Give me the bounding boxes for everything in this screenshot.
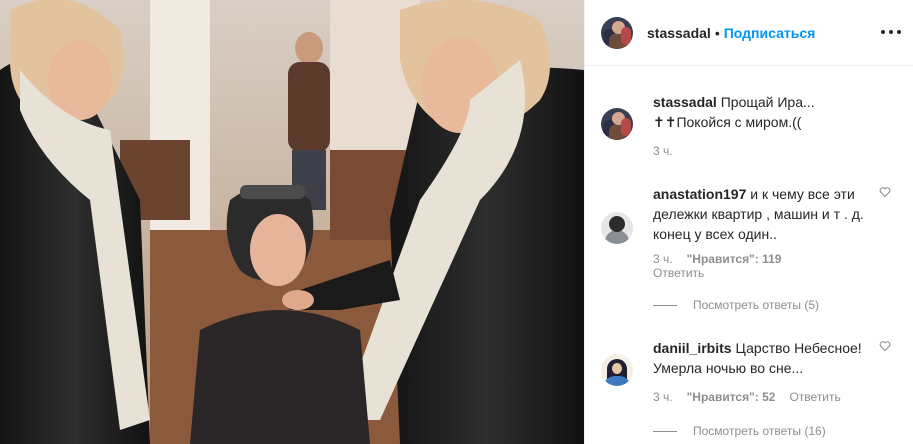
header-username[interactable]: stassadal xyxy=(647,25,711,41)
header-separator: • xyxy=(714,24,720,41)
comment-likes[interactable]: "Нравится": 52 xyxy=(687,390,776,404)
follow-button[interactable]: Подписаться xyxy=(724,25,816,41)
instagram-post: stassadal • Подписаться stassadal Прощай… xyxy=(0,0,913,444)
comment-username[interactable]: anastation197 xyxy=(653,186,746,202)
avatar[interactable] xyxy=(601,16,633,49)
replies-divider-line xyxy=(653,304,677,306)
more-horizontal-icon[interactable] xyxy=(881,22,901,42)
comment-text-block: anastation197 и к чему все эти дележки к… xyxy=(653,184,879,244)
comment-avatar[interactable] xyxy=(601,212,633,244)
view-replies-label: Посмотреть ответы (16) xyxy=(693,424,826,438)
comment-time[interactable]: 3 ч. xyxy=(653,252,673,266)
heart-icon[interactable] xyxy=(879,340,891,352)
reply-button[interactable]: Ответить xyxy=(789,390,840,404)
caption-time[interactable]: 3 ч. xyxy=(653,144,673,158)
comment-username[interactable]: daniil_irbits xyxy=(653,340,732,356)
view-replies-button[interactable]: Посмотреть ответы (5) xyxy=(653,298,819,312)
caption-avatar[interactable] xyxy=(601,108,633,140)
view-replies-button[interactable]: Посмотреть ответы (16) xyxy=(653,424,826,438)
post-header: stassadal • Подписаться xyxy=(585,0,913,66)
view-replies-label: Посмотреть ответы (5) xyxy=(693,298,820,312)
comment-meta: 3 ч. "Нравится": 52 Ответить xyxy=(653,390,841,404)
heart-icon[interactable] xyxy=(879,186,891,198)
replies-divider-line xyxy=(653,430,677,432)
post-photo[interactable] xyxy=(0,0,584,444)
comment-text-block: daniil_irbits Царство Небесное! Умерла н… xyxy=(653,338,879,378)
comment-likes[interactable]: "Нравится": 119 xyxy=(687,252,782,266)
caption-username[interactable]: stassadal xyxy=(653,94,717,110)
comment-time[interactable]: 3 ч. xyxy=(653,390,673,404)
comment-avatar[interactable] xyxy=(601,354,633,386)
post-photo-illustration xyxy=(0,0,584,444)
comments-panel: stassadal • Подписаться stassadal Прощай… xyxy=(584,0,913,444)
caption-text-block: stassadal Прощай Ира... ✝✝Покойся с миро… xyxy=(653,92,893,132)
comment-meta: 3 ч. "Нравится": 119 xyxy=(653,252,781,266)
reply-button[interactable]: Ответить xyxy=(653,266,704,280)
